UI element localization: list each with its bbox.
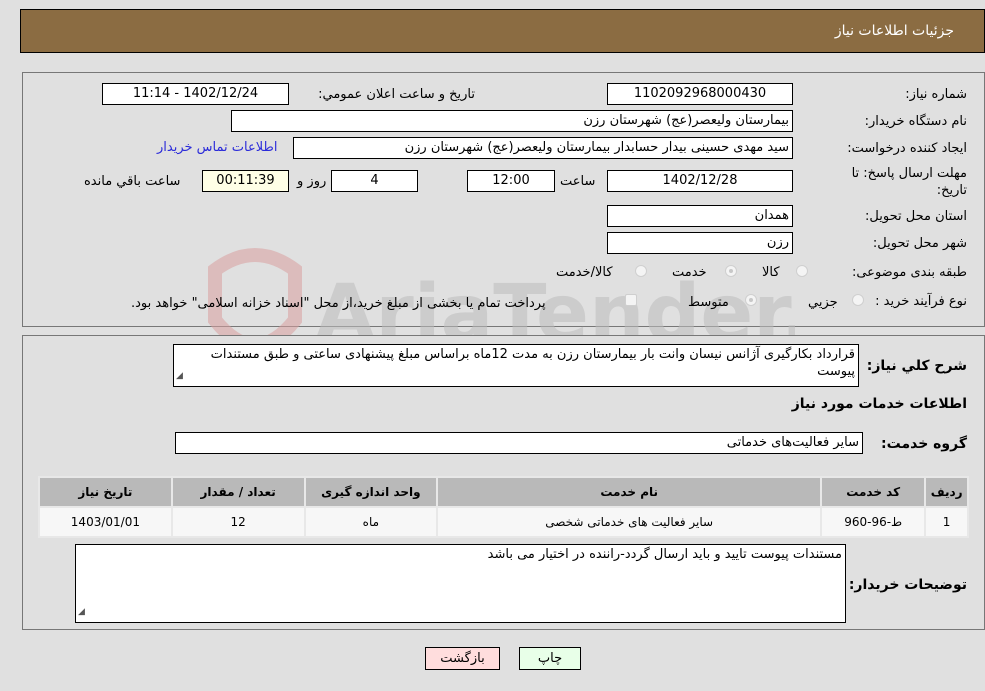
buyer-notes-label: توضیحات خریدار:	[848, 577, 967, 593]
service-group-label: گروه خدمت:	[881, 436, 967, 452]
header-unit: واحد اندازه گیری	[303, 476, 439, 508]
requester-label: ایجاد کننده درخواست:	[847, 141, 967, 156]
province-field: همدان	[607, 205, 793, 227]
page-title: جزئیات اطلاعات نیاز	[834, 23, 954, 39]
need-number-label: شماره نیاز:	[905, 87, 967, 102]
page-header: جزئیات اطلاعات نیاز	[20, 9, 985, 53]
treasury-checkbox[interactable]	[625, 294, 637, 306]
city-label: شهر محل تحویل:	[872, 236, 967, 251]
description-field: قرارداد بکارگیری آژانس نیسان وانت بار بی…	[173, 344, 859, 387]
services-table: ردیف کد خدمت نام خدمت واحد اندازه گیری ت…	[38, 476, 969, 538]
category-label: طبقه بندی موضوعی:	[851, 265, 967, 280]
purchase-radio-medium[interactable]	[745, 294, 757, 306]
deadline-label: مهلت ارسال پاسخ: تا	[851, 166, 967, 181]
city-field: رزن	[607, 232, 793, 254]
header-row-number: ردیف	[924, 476, 969, 508]
cell-service-name: سایر فعالیت های خدماتی شخصی	[436, 506, 823, 538]
purchase-type-label: نوع فرآیند خرید :	[875, 294, 967, 309]
category-radio-goods-service[interactable]	[635, 265, 647, 277]
announce-datetime-label: تاریخ و ساعت اعلان عمومي:	[318, 87, 475, 102]
buyer-org-label: نام دستگاه خریدار:	[864, 114, 967, 129]
cell-row-number: 1	[924, 506, 969, 538]
resize-grip-icon[interactable]: ◢	[78, 604, 85, 621]
print-button[interactable]: چاپ	[519, 647, 581, 670]
header-service-code: کد خدمت	[820, 476, 927, 508]
cell-need-date: 1403/01/01	[38, 506, 173, 538]
buyer-org-field: بیمارستان ولیعصر(عج) شهرستان رزن	[231, 110, 793, 132]
description-label: شرح کلي نياز:	[866, 358, 967, 374]
buyer-notes-field: مستندات پیوست تایید و باید ارسال گردد-را…	[75, 544, 846, 623]
deadline-time-field: 12:00	[467, 170, 555, 192]
cell-unit: ماه	[303, 506, 439, 538]
treasury-note: پرداخت تمام یا بخشی از مبلغ خرید،از محل …	[131, 296, 546, 311]
need-number-field: 1102092968000430	[607, 83, 793, 105]
cell-service-code: ط-96-960	[820, 506, 927, 538]
category-option-service: خدمت	[672, 265, 707, 280]
table-row: 1 ط-96-960 سایر فعالیت های خدماتی شخصی م…	[38, 506, 969, 538]
header-need-date: تاریخ نیاز	[38, 476, 173, 508]
header-quantity: تعداد / مقدار	[170, 476, 306, 508]
remaining-time-label: ساعت باقي مانده	[84, 174, 181, 189]
description-text: قرارداد بکارگیری آژانس نیسان وانت بار بی…	[210, 347, 855, 379]
header-service-name: نام خدمت	[436, 476, 823, 508]
deadline-label-date: تاریخ:	[936, 183, 967, 198]
remaining-days-field: 4	[331, 170, 418, 192]
deadline-time-label: ساعت	[560, 174, 596, 189]
requester-field: سید مهدی حسینی بیدار حسابدار بیمارستان و…	[293, 137, 793, 159]
buyer-notes-text: مستندات پیوست تایید و باید ارسال گردد-را…	[487, 547, 842, 562]
services-table-wrapper: ردیف کد خدمت نام خدمت واحد اندازه گیری ت…	[38, 476, 969, 538]
purchase-option-medium: متوسط	[688, 295, 729, 310]
service-group-field: سایر فعالیت‌های خدماتی	[175, 432, 863, 454]
days-label: روز و	[297, 174, 327, 189]
back-button[interactable]: بازگشت	[425, 647, 500, 670]
purchase-option-minor: جزيي	[808, 295, 838, 310]
remaining-time-field: 00:11:39	[202, 170, 289, 192]
purchase-radio-minor[interactable]	[852, 294, 864, 306]
category-option-goods-service: کالا/خدمت	[556, 265, 613, 280]
category-radio-service[interactable]	[725, 265, 737, 277]
category-option-goods: کالا	[762, 265, 780, 280]
province-label: استان محل تحویل:	[865, 209, 967, 224]
announce-datetime-field: 1402/12/24 - 11:14	[102, 83, 289, 105]
cell-quantity: 12	[170, 506, 306, 538]
buyer-contact-link[interactable]: اطلاعات تماس خریدار	[157, 140, 277, 155]
category-radio-goods[interactable]	[796, 265, 808, 277]
deadline-date-field: 1402/12/28	[607, 170, 793, 192]
services-section-title: اطلاعات خدمات مورد نیاز	[791, 396, 967, 412]
resize-grip-icon[interactable]: ◢	[176, 368, 183, 385]
table-header-row: ردیف کد خدمت نام خدمت واحد اندازه گیری ت…	[38, 476, 969, 508]
